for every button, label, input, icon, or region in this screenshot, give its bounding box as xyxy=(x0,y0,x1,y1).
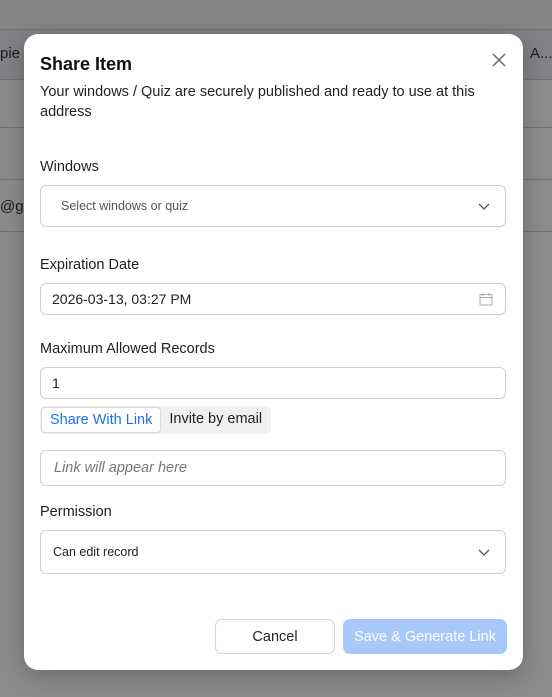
chevron-down-icon xyxy=(478,549,490,556)
share-link-input[interactable]: Link will appear here xyxy=(40,450,506,486)
save-generate-link-button[interactable]: Save & Generate Link xyxy=(343,619,507,654)
windows-label: Windows xyxy=(40,159,99,175)
share-link-placeholder: Link will appear here xyxy=(54,460,187,476)
modal-description: Your windows / Quiz are securely publish… xyxy=(40,84,475,120)
permission-label: Permission xyxy=(40,504,112,520)
max-records-input[interactable]: 1 xyxy=(40,367,506,399)
expiration-date-input[interactable]: 2026-03-13, 03:27 PM xyxy=(40,283,506,315)
modal-title: Share Item xyxy=(40,54,133,74)
calendar-icon[interactable] xyxy=(479,292,493,306)
windows-select[interactable]: Select windows or quiz xyxy=(40,185,506,227)
cancel-button[interactable]: Cancel xyxy=(215,619,335,654)
expiration-date-value: 2026-03-13, 03:27 PM xyxy=(52,291,192,307)
tab-share-with-link[interactable]: Share With Link xyxy=(41,407,162,433)
chevron-down-icon xyxy=(478,203,490,210)
windows-select-placeholder: Select windows or quiz xyxy=(61,199,189,213)
close-button[interactable] xyxy=(489,50,509,70)
expiration-date-label: Expiration Date xyxy=(40,257,140,273)
share-item-modal: Share Item Your windows / Quiz are secur… xyxy=(24,34,523,670)
share-mode-tabs: Share With Link Invite by email xyxy=(40,406,272,434)
max-records-label: Maximum Allowed Records xyxy=(40,341,215,357)
permission-select-value: Can edit record xyxy=(53,545,139,559)
max-records-value: 1 xyxy=(52,375,60,391)
close-icon xyxy=(492,53,506,67)
permission-select[interactable]: Can edit record xyxy=(40,530,506,574)
tab-invite-by-email[interactable]: Invite by email xyxy=(161,407,270,433)
